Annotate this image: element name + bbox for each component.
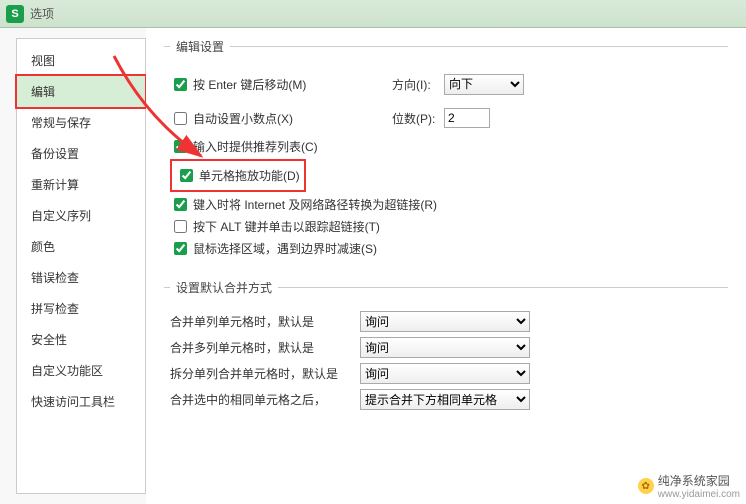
chk-cell-drag-box[interactable] [180, 169, 193, 182]
merge-row-1-label: 合并多列单元格时，默认是 [170, 339, 360, 356]
chk-alt-click-box[interactable] [174, 220, 187, 233]
merge-row-2-label: 拆分单列合并单元格时，默认是 [170, 365, 360, 382]
merge-row-3-select[interactable]: 提示合并下方相同单元格 [360, 389, 530, 410]
chk-cell-drag-label: 单元格拖放功能(D) [199, 167, 300, 184]
merge-row-0-select[interactable]: 询问 [360, 311, 530, 332]
chk-alt-click[interactable]: 按下 ALT 键并单击以跟踪超链接(T) [170, 217, 728, 236]
window-title: 选项 [30, 5, 54, 22]
chk-recommend-list[interactable]: 输入时提供推荐列表(C) [170, 137, 728, 156]
chk-auto-decimal[interactable]: 自动设置小数点(X) [170, 109, 370, 128]
chk-internet-link-box[interactable] [174, 198, 187, 211]
chk-cell-drag[interactable]: 单元格拖放功能(D) [176, 166, 300, 185]
merge-row-1-select[interactable]: 询问 [360, 337, 530, 358]
sidebar-item-spellcheck[interactable]: 拼写检查 [17, 293, 145, 324]
sidebar-item-qat[interactable]: 快速访问工具栏 [17, 386, 145, 417]
sidebar-item-customseq[interactable]: 自定义序列 [17, 200, 145, 231]
merge-row-2-select[interactable]: 询问 [360, 363, 530, 384]
edit-settings-group: 编辑设置 按 Enter 键后移动(M) 方向(I): 向下 自动设置小数点(X… [164, 38, 728, 265]
chk-internet-link-label: 键入时将 Internet 及网络路径转换为超链接(R) [193, 196, 437, 213]
direction-label: 方向(I): [392, 76, 444, 93]
chk-recommend-list-box[interactable] [174, 140, 187, 153]
edit-settings-legend: 编辑设置 [170, 38, 230, 55]
merge-default-group: 设置默认合并方式 合并单列单元格时，默认是 询问 合并多列单元格时，默认是 询问… [164, 279, 728, 419]
main-area: 视图 编辑 常规与保存 备份设置 重新计算 自定义序列 颜色 错误检查 拼写检查… [0, 28, 746, 504]
decimal-places-label: 位数(P): [392, 110, 444, 127]
merge-row-0-label: 合并单列单元格时，默认是 [170, 313, 360, 330]
watermark-icon: ✿ [638, 478, 654, 494]
chk-enter-move-label: 按 Enter 键后移动(M) [193, 76, 306, 93]
watermark-text: 纯净系统家园 [658, 472, 740, 489]
titlebar: S 选项 [0, 0, 746, 28]
sidebar-item-view[interactable]: 视图 [17, 45, 145, 76]
chk-auto-decimal-box[interactable] [174, 112, 187, 125]
sidebar-item-ribbon[interactable]: 自定义功能区 [17, 355, 145, 386]
highlight-drag-option: 单元格拖放功能(D) [170, 159, 306, 192]
direction-select[interactable]: 向下 [444, 74, 524, 95]
app-icon: S [6, 5, 24, 23]
chk-enter-move-box[interactable] [174, 78, 187, 91]
sidebar-item-errorcheck[interactable]: 错误检查 [17, 262, 145, 293]
chk-internet-link[interactable]: 键入时将 Internet 及网络路径转换为超链接(R) [170, 195, 728, 214]
chk-recommend-list-label: 输入时提供推荐列表(C) [193, 138, 318, 155]
sidebar-item-general[interactable]: 常规与保存 [17, 107, 145, 138]
sidebar-item-security[interactable]: 安全性 [17, 324, 145, 355]
decimal-places-input[interactable] [444, 108, 490, 128]
content-panel: 编辑设置 按 Enter 键后移动(M) 方向(I): 向下 自动设置小数点(X… [146, 28, 746, 504]
merge-default-legend: 设置默认合并方式 [170, 279, 278, 296]
watermark: ✿ 纯净系统家园 www.yidaimei.com [638, 472, 740, 500]
chk-alt-click-label: 按下 ALT 键并单击以跟踪超链接(T) [193, 218, 380, 235]
sidebar-item-edit[interactable]: 编辑 [15, 74, 147, 109]
watermark-url: www.yidaimei.com [658, 489, 740, 500]
chk-enter-move[interactable]: 按 Enter 键后移动(M) [170, 75, 370, 94]
sidebar: 视图 编辑 常规与保存 备份设置 重新计算 自定义序列 颜色 错误检查 拼写检查… [16, 38, 146, 494]
chk-mouse-decel-box[interactable] [174, 242, 187, 255]
chk-mouse-decel[interactable]: 鼠标选择区域，遇到边界时减速(S) [170, 239, 728, 258]
sidebar-item-color[interactable]: 颜色 [17, 231, 145, 262]
sidebar-item-recalc[interactable]: 重新计算 [17, 169, 145, 200]
merge-row-3-label: 合并选中的相同单元格之后， [170, 391, 360, 408]
chk-auto-decimal-label: 自动设置小数点(X) [193, 110, 293, 127]
chk-mouse-decel-label: 鼠标选择区域，遇到边界时减速(S) [193, 240, 377, 257]
sidebar-item-backup[interactable]: 备份设置 [17, 138, 145, 169]
